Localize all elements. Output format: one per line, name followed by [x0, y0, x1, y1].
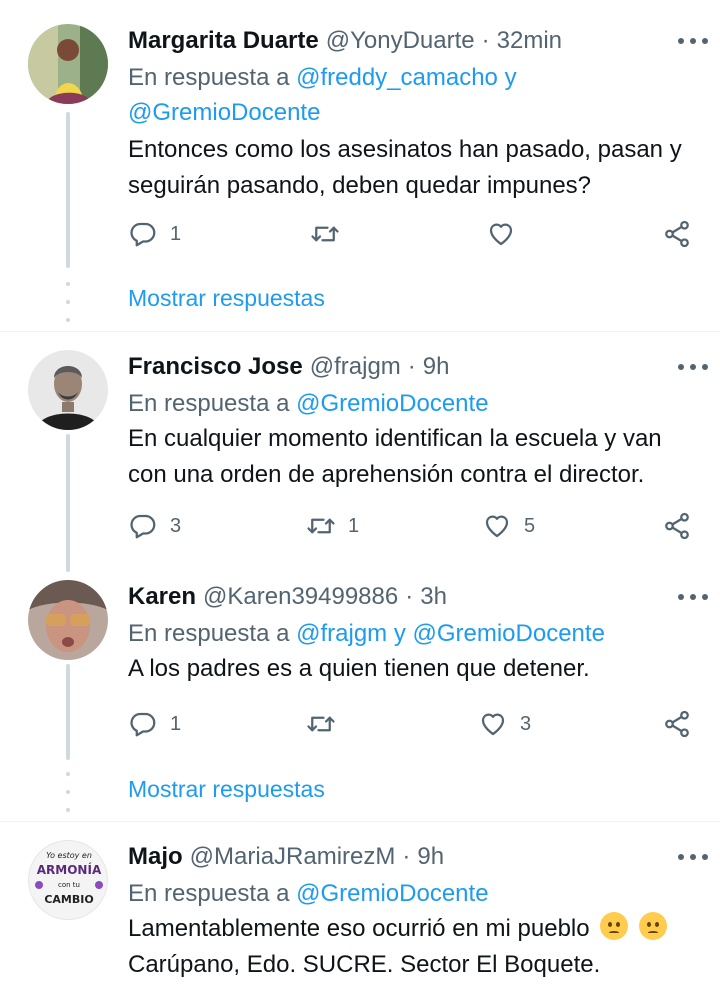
avatar-art: Yo estoy en ARMONÍA con tu CAMBIO [35, 851, 103, 906]
heart-icon [482, 511, 512, 541]
retweet-button[interactable] [310, 214, 352, 254]
thread-dots [66, 282, 70, 322]
separator: · [481, 27, 490, 54]
tweet-header: Margarita Duarte @YonyDuarte · 32min [128, 24, 700, 58]
separator: · [405, 583, 414, 610]
timestamp[interactable]: 9h [423, 350, 450, 384]
timestamp[interactable]: 9h [417, 840, 444, 874]
svg-text:ARMONÍA: ARMONÍA [37, 862, 102, 877]
reply-button[interactable]: 3 [128, 506, 181, 546]
reply-mention[interactable]: @frajgm y @GremioDocente [296, 620, 605, 647]
tweet-actions: 3 1 5 [128, 506, 698, 546]
thread-line [66, 434, 70, 572]
reply-prefix: En respuesta a [128, 390, 290, 417]
reply-prefix: En respuesta a [128, 64, 290, 91]
avatar[interactable] [28, 24, 108, 104]
like-button[interactable]: 3 [478, 704, 531, 744]
tweet[interactable]: Karen @Karen39499886 · 3h En respuesta a… [0, 572, 720, 821]
show-replies-link[interactable]: Mostrar respuestas [128, 285, 325, 312]
like-button[interactable]: 5 [482, 506, 535, 546]
share-icon [662, 511, 692, 541]
tweet-header: Karen @Karen39499886 · 3h [128, 580, 700, 614]
like-button[interactable] [486, 214, 528, 254]
avatar[interactable] [28, 580, 108, 660]
reply-context: En respuesta a @frajgm y @GremioDocente [128, 616, 700, 651]
user-handle[interactable]: @MariaJRamirezM [190, 840, 396, 874]
tweet-actions: 1 [128, 214, 698, 254]
thread-line [66, 112, 70, 268]
tweet-text: A los padres es a quien tienen que deten… [128, 655, 590, 682]
tweet-text-line: Carúpano, Edo. SUCRE. Sector El Boquete. [128, 951, 601, 978]
user-handle[interactable]: @frajgm [310, 350, 401, 384]
more-icon[interactable] [678, 36, 708, 46]
user-handle[interactable]: @YonyDuarte [326, 24, 475, 58]
reply-button[interactable]: 1 [128, 214, 181, 254]
reply-mention[interactable]: @GremioDocente [296, 880, 488, 907]
svg-text:CAMBIO: CAMBIO [44, 893, 93, 906]
show-replies-link[interactable]: Mostrar respuestas [128, 776, 325, 803]
retweet-button[interactable]: 1 [306, 506, 359, 546]
share-button[interactable] [662, 704, 692, 744]
tweet-text: En cualquier momento identifican la escu… [128, 425, 662, 488]
timestamp[interactable]: 32min [497, 24, 562, 58]
heart-icon [478, 709, 508, 739]
reply-mention[interactable]: @GremioDocente [128, 99, 320, 126]
reply-context: En respuesta a @freddy_camacho y @Gremio… [128, 60, 700, 130]
retweet-button[interactable] [306, 704, 348, 744]
retweet-icon [306, 511, 336, 541]
timestamp[interactable]: 3h [420, 580, 447, 614]
share-icon [662, 709, 692, 739]
more-icon[interactable] [678, 592, 708, 602]
reply-context: En respuesta a @GremioDocente [128, 876, 700, 911]
reply-button[interactable]: 1 [128, 704, 181, 744]
svg-text:con tu: con tu [58, 881, 80, 889]
tweet[interactable]: Margarita Duarte @YonyDuarte · 32min En … [0, 0, 720, 331]
tweet-actions: 1 3 [128, 704, 698, 744]
retweet-icon [310, 219, 340, 249]
reply-icon [128, 511, 158, 541]
separator: · [407, 353, 416, 380]
reply-count: 3 [170, 514, 182, 537]
display-name[interactable]: Francisco Jose [128, 350, 303, 384]
tweet-text-line: Lamentablemente eso ocurrió en mi pueblo [128, 915, 590, 942]
reply-prefix: En respuesta a [128, 620, 290, 647]
like-count: 3 [520, 712, 532, 735]
like-count: 5 [524, 514, 536, 537]
display-name[interactable]: Majo [128, 840, 183, 874]
separator: · [402, 843, 411, 870]
tweet[interactable]: Francisco Jose @frajgm · 9h En respuesta… [0, 332, 720, 572]
user-handle[interactable]: @Karen39499886 [203, 580, 398, 614]
share-icon [662, 219, 692, 249]
heart-icon [486, 219, 516, 249]
reply-prefix: En respuesta a [128, 880, 290, 907]
tweet-header: Francisco Jose @frajgm · 9h [128, 350, 700, 384]
tweet-header: Majo @MariaJRamirezM · 9h [128, 840, 700, 874]
thread-dots [66, 772, 70, 812]
retweet-count: 1 [348, 514, 360, 537]
tweet[interactable]: Yo estoy en ARMONÍA con tu CAMBIO Majo @… [0, 822, 720, 1006]
pensive-face-icon [638, 912, 667, 940]
reply-count: 1 [170, 222, 182, 245]
tweet-text: Entonces como los asesinatos han pasado,… [128, 136, 682, 199]
display-name[interactable]: Margarita Duarte [128, 24, 319, 58]
reply-count: 1 [170, 712, 182, 735]
thread-line [66, 664, 70, 760]
confused-face-icon [600, 912, 629, 940]
share-button[interactable] [662, 506, 692, 546]
reply-mention[interactable]: @GremioDocente [296, 390, 488, 417]
tweet-text: Lamentablemente eso ocurrió en mi pueblo… [128, 911, 700, 983]
display-name[interactable]: Karen [128, 580, 196, 614]
reply-context: En respuesta a @GremioDocente [128, 386, 700, 421]
reply-icon [128, 219, 158, 249]
retweet-icon [306, 709, 336, 739]
reply-icon [128, 709, 158, 739]
reply-mention[interactable]: @freddy_camacho y [296, 64, 516, 91]
more-icon[interactable] [678, 852, 708, 862]
svg-text:Yo estoy en: Yo estoy en [46, 851, 92, 860]
more-icon[interactable] [678, 362, 708, 372]
avatar[interactable]: Yo estoy en ARMONÍA con tu CAMBIO [28, 840, 108, 920]
share-button[interactable] [662, 214, 692, 254]
avatar[interactable] [28, 350, 108, 430]
